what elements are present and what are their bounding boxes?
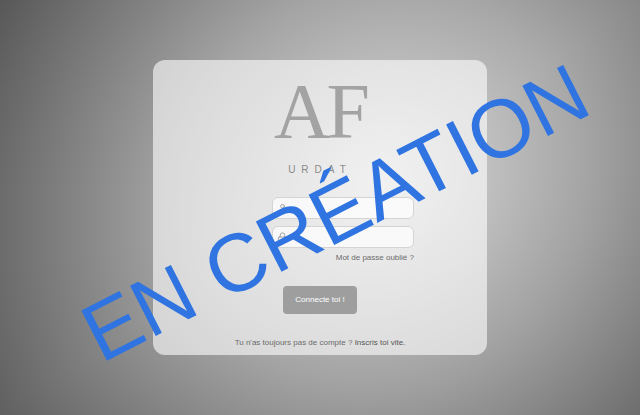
logo-monogram: AF xyxy=(274,72,366,150)
password-field[interactable] xyxy=(272,226,414,248)
logo: AF URDAT xyxy=(274,72,366,177)
watermark-text: EN CRÉATION xyxy=(69,50,600,375)
signup-line: Tu n'as toujours pas de compte ? Inscris… xyxy=(235,321,406,349)
watermark-overlay: EN CRÉATION xyxy=(0,0,640,415)
username-field[interactable] xyxy=(272,197,414,219)
lock-icon xyxy=(277,232,288,243)
text-input[interactable] xyxy=(292,201,409,216)
login-page: AF URDAT Mot de passe oublié ? Connecte toi… xyxy=(0,0,640,415)
forgot-password-link[interactable]: Mot de passe oublié ? xyxy=(336,252,414,264)
logo-subtitle: URDAT xyxy=(288,162,352,177)
login-form: Mot de passe oublié ? xyxy=(272,197,414,264)
login-card: AF URDAT Mot de passe oublié ? Connecte toi… xyxy=(153,60,487,355)
signup-prompt: Tu n'as toujours pas de compte ? xyxy=(235,338,353,347)
user-icon xyxy=(277,203,288,214)
signup-link[interactable]: Inscris toi vite. xyxy=(355,338,406,347)
text-input[interactable] xyxy=(292,230,409,245)
submit-button[interactable]: Connecte toi ! xyxy=(283,286,356,314)
